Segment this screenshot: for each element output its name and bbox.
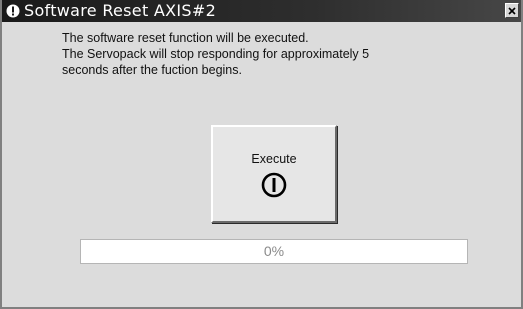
power-icon xyxy=(261,172,287,198)
execute-label: Execute xyxy=(251,152,297,166)
message-line: The Servopack will stop responding for a… xyxy=(62,47,370,61)
window-title: Software Reset AXIS#2 xyxy=(24,1,217,20)
software-reset-dialog: Software Reset AXIS#2 The software reset… xyxy=(0,0,523,309)
message-line: The software reset function will be exec… xyxy=(62,31,309,45)
reset-message: The software reset function will be exec… xyxy=(62,30,502,78)
close-icon xyxy=(508,6,516,15)
close-button[interactable] xyxy=(505,3,519,18)
progress-bar: 0% xyxy=(80,239,468,264)
info-icon xyxy=(5,3,21,19)
progress-label: 0% xyxy=(263,243,285,259)
execute-button[interactable]: Execute xyxy=(211,125,337,223)
title-bar[interactable]: Software Reset AXIS#2 xyxy=(2,0,521,22)
message-line: seconds after the fuction begins. xyxy=(62,63,242,77)
